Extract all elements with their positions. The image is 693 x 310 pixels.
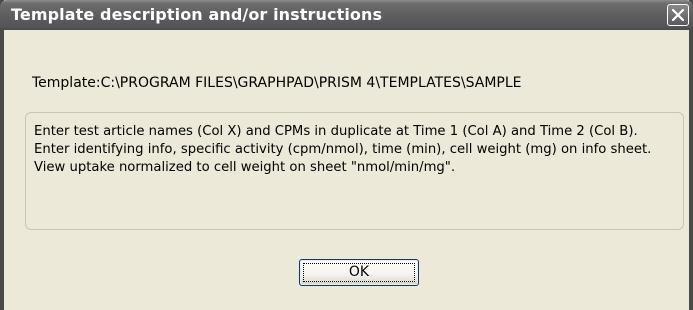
title-bar[interactable]: Template description and/or instructions: [0, 0, 693, 30]
description-text: Enter test article names (Col X) and CPM…: [34, 124, 652, 175]
close-button[interactable]: [667, 4, 689, 26]
ok-button-label: OK: [348, 264, 370, 280]
close-icon: [672, 9, 684, 21]
description-box: Enter test article names (Col X) and CPM…: [25, 112, 684, 230]
dialog-window: Template description and/or instructions…: [0, 0, 693, 310]
dialog-title: Template description and/or instructions: [11, 5, 383, 24]
ok-button[interactable]: OK: [299, 259, 419, 286]
template-path-label: Template:C:\PROGRAM FILES\GRAPHPAD\PRISM…: [32, 75, 522, 91]
